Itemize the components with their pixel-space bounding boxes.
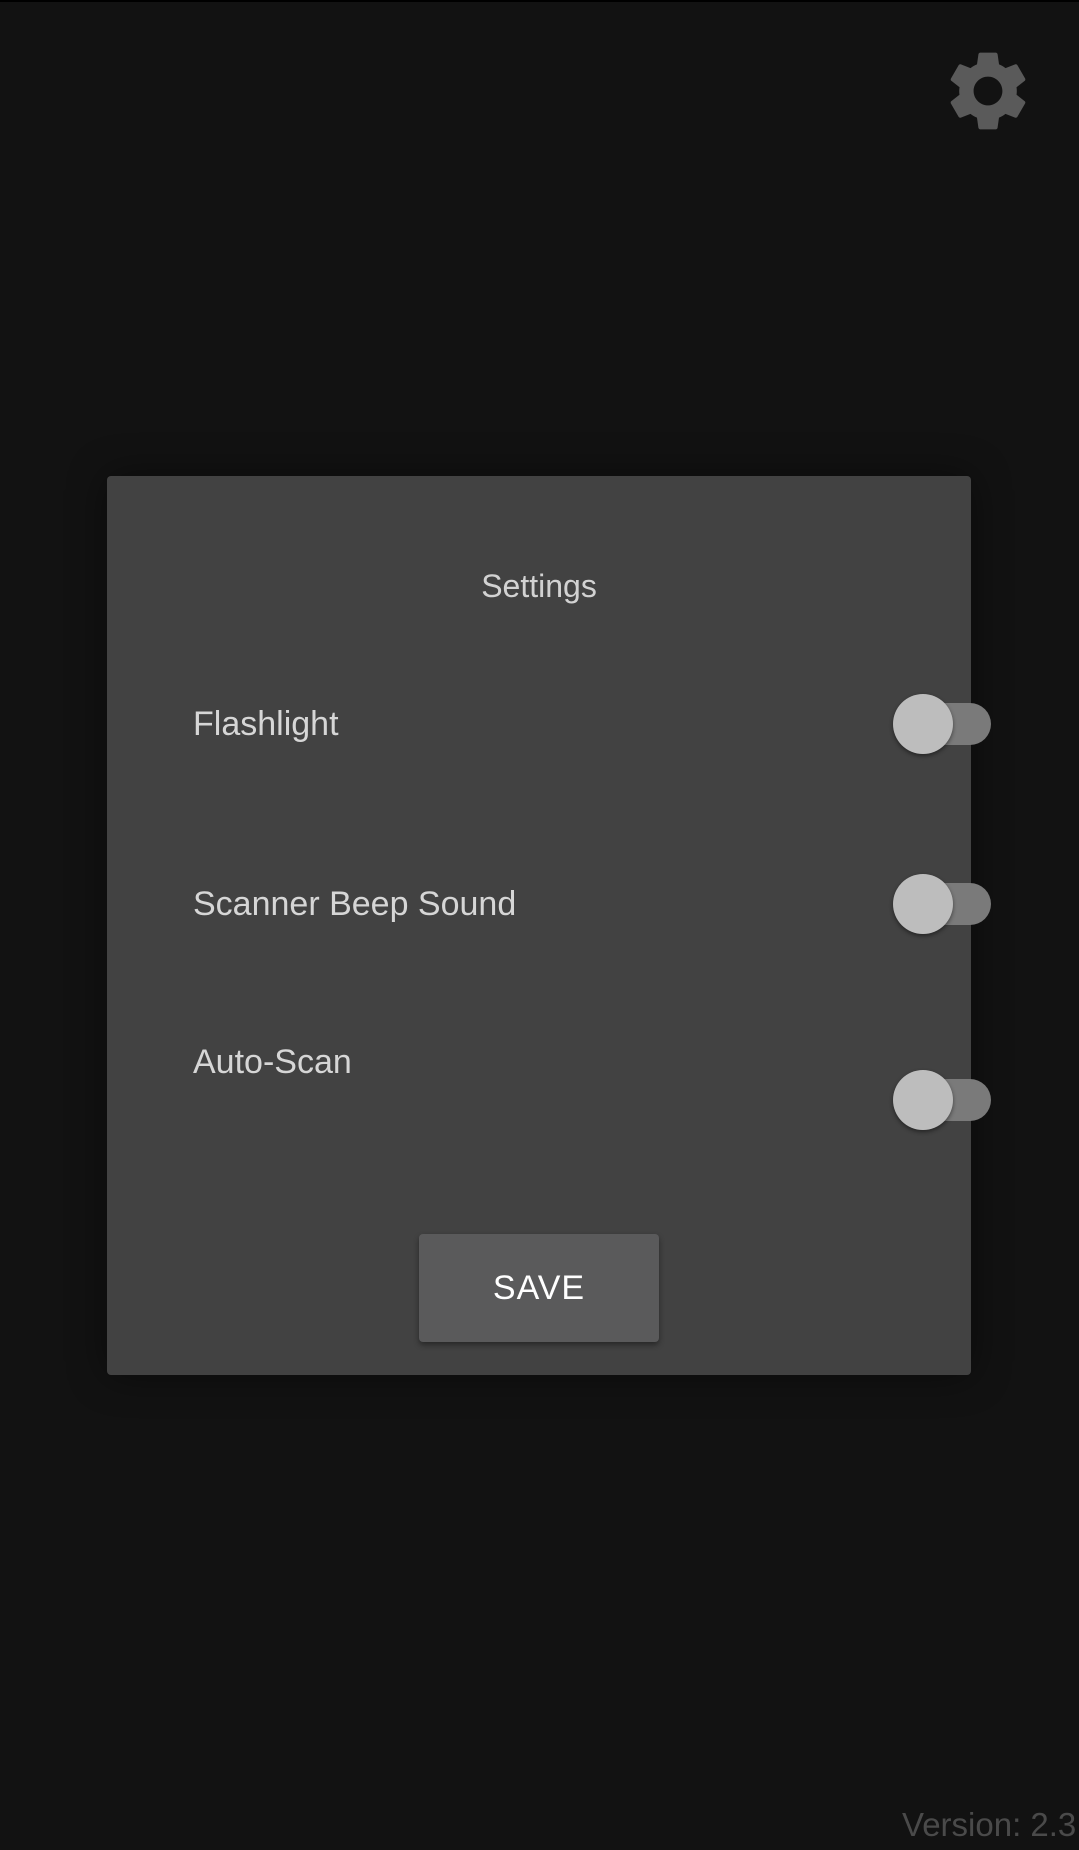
version-label: Version: 2.3 bbox=[902, 1806, 1077, 1843]
option-label-flashlight: Flashlight bbox=[193, 705, 339, 743]
beep-sound-toggle[interactable] bbox=[893, 872, 991, 936]
status-divider bbox=[0, 0, 1079, 2]
toggle-thumb bbox=[893, 1070, 953, 1130]
save-button[interactable]: SAVE bbox=[419, 1234, 659, 1342]
option-label-beep-sound: Scanner Beep Sound bbox=[193, 885, 517, 923]
auto-scan-toggle[interactable] bbox=[893, 1068, 991, 1132]
toggle-thumb bbox=[893, 694, 953, 754]
option-row-flashlight: Flashlight bbox=[193, 692, 991, 756]
option-row-auto-scan: Auto-Scan bbox=[193, 1043, 991, 1130]
flashlight-toggle[interactable] bbox=[893, 692, 991, 756]
toggle-thumb bbox=[893, 874, 953, 934]
settings-dialog: Settings Flashlight Scanner Beep Sound A… bbox=[107, 476, 991, 1375]
gear-icon bbox=[950, 52, 1026, 130]
option-row-beep-sound: Scanner Beep Sound bbox=[193, 872, 991, 936]
settings-button[interactable] bbox=[940, 43, 1036, 139]
option-label-auto-scan: Auto-Scan bbox=[193, 1043, 352, 1081]
dialog-title: Settings bbox=[481, 568, 597, 604]
